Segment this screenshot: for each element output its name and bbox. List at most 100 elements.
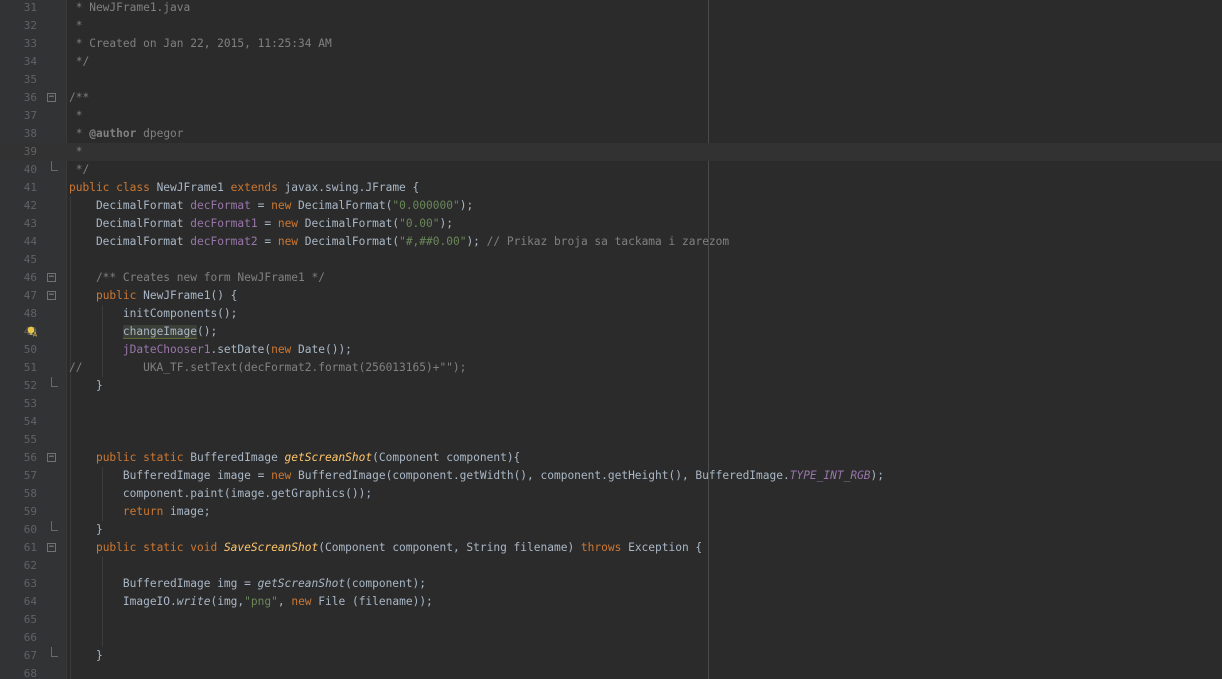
code-line[interactable]: 58 component.paint(image.getGraphics()); (0, 485, 1222, 503)
code-token: @author (89, 127, 137, 140)
code-text[interactable]: */ (69, 161, 89, 179)
code-token: "png" (244, 595, 278, 608)
code-line[interactable]: 60 } (0, 521, 1222, 539)
code-text[interactable]: } (69, 377, 103, 395)
fold-collapse-icon[interactable]: − (47, 543, 56, 552)
fold-end-icon[interactable] (51, 377, 58, 387)
fold-collapse-icon[interactable]: − (47, 291, 56, 300)
code-text[interactable]: DecimalFormat decFormat = new DecimalFor… (69, 197, 473, 215)
code-line[interactable]: 56 − public static BufferedImage getScrea… (0, 449, 1222, 467)
code-line[interactable]: 43 DecimalFormat decFormat1 = new Decima… (0, 215, 1222, 233)
code-line[interactable]: 41 public class NewJFrame1 extends javax.… (0, 179, 1222, 197)
code-text[interactable]: BufferedImage img = getScreanShot(compon… (69, 575, 426, 593)
code-line[interactable]: 48 initComponents(); (0, 305, 1222, 323)
code-text[interactable]: changeImage(); (69, 323, 217, 341)
code-line[interactable]: 53 (0, 395, 1222, 413)
code-line[interactable]: 61 − public static void SaveScreanShot(Co… (0, 539, 1222, 557)
line-number: 67 (23, 649, 37, 662)
code-line[interactable]: 59 return image; (0, 503, 1222, 521)
fold-collapse-icon[interactable]: − (47, 93, 56, 102)
code-text[interactable]: // UKA_TF.setText(decFormat2.format(2560… (69, 359, 466, 377)
line-number: 52 (23, 379, 37, 392)
code-text[interactable]: * (69, 107, 83, 125)
code-line[interactable]: 63 BufferedImage img = getScreanShot(com… (0, 575, 1222, 593)
fold-end-icon[interactable] (51, 647, 58, 657)
code-token: } (69, 523, 103, 536)
line-number: 35 (23, 73, 37, 86)
code-line[interactable]: 32 * (0, 17, 1222, 35)
code-line[interactable]: 50 jDateChooser1.setDate(new Date()); (0, 341, 1222, 359)
code-text[interactable]: */ (69, 53, 89, 71)
code-text[interactable]: component.paint(image.getGraphics()); (69, 485, 372, 503)
code-text[interactable]: return image; (69, 503, 211, 521)
code-line[interactable]: 54 (0, 413, 1222, 431)
code-editor[interactable]: 31 * NewJFrame1.java 32 * 33 * Created on … (0, 0, 1222, 679)
line-number: 48 (23, 307, 37, 320)
code-line[interactable]: 52 } (0, 377, 1222, 395)
code-token: * (69, 145, 83, 158)
code-text[interactable]: } (69, 521, 103, 539)
indent-guide (70, 251, 71, 269)
code-token: TYPE_INT_RGB (789, 469, 871, 482)
intention-bulb-icon[interactable]: A (27, 326, 37, 337)
line-number: 37 (23, 109, 37, 122)
code-text[interactable]: } (69, 647, 103, 665)
code-token: decFormat1 (190, 217, 258, 230)
code-line[interactable]: 42 DecimalFormat decFormat = new Decimal… (0, 197, 1222, 215)
code-line[interactable]: 57 BufferedImage image = new BufferedIma… (0, 467, 1222, 485)
code-token: , (277, 595, 292, 608)
code-line[interactable]: 40 */ (0, 161, 1222, 179)
code-text[interactable]: public class NewJFrame1 extends javax.sw… (69, 179, 419, 197)
line-number: 42 (23, 199, 37, 212)
code-line[interactable]: 65 (0, 611, 1222, 629)
code-text[interactable]: public NewJFrame1() { (69, 287, 237, 305)
code-text[interactable]: /** (69, 89, 89, 107)
code-text[interactable]: public static void SaveScreanShot(Compon… (69, 539, 702, 557)
code-area[interactable]: 31 * NewJFrame1.java 32 * 33 * Created on … (0, 0, 1222, 679)
fold-collapse-icon[interactable]: − (47, 273, 56, 282)
code-line[interactable]: 64 ImageIO.write(img,"png", new File (fi… (0, 593, 1222, 611)
code-line[interactable]: 37 * (0, 107, 1222, 125)
code-line[interactable]: 62 (0, 557, 1222, 575)
fold-end-icon[interactable] (51, 521, 58, 531)
code-text[interactable]: public static BufferedImage getScreanSho… (69, 449, 520, 467)
code-line[interactable]: 36 − /** (0, 89, 1222, 107)
code-token: Date()); (298, 343, 352, 356)
code-line[interactable]: 35 (0, 71, 1222, 89)
code-line[interactable]: 38 * @author dpegor (0, 125, 1222, 143)
code-line[interactable]: 66 (0, 629, 1222, 647)
code-text[interactable]: * NewJFrame1.java (69, 0, 191, 17)
code-text[interactable]: BufferedImage image = new BufferedImage(… (69, 467, 884, 485)
code-line[interactable]: 46 − /** Creates new form NewJFrame1 */ (0, 269, 1222, 287)
code-line[interactable]: 39 * (0, 143, 1222, 161)
code-token: DecimalFormat (69, 235, 191, 248)
code-token: decFormat2 (190, 235, 258, 248)
code-text[interactable]: initComponents(); (69, 305, 238, 323)
code-text[interactable]: * Created on Jan 22, 2015, 11:25:34 AM (69, 35, 332, 53)
code-line[interactable]: 51 // UKA_TF.setText(decFormat2.format(25… (0, 359, 1222, 377)
code-text[interactable]: DecimalFormat decFormat1 = new DecimalFo… (69, 215, 453, 233)
code-text[interactable]: * @author dpegor (69, 125, 184, 143)
code-text[interactable]: * (69, 143, 83, 161)
fold-end-icon[interactable] (51, 161, 58, 171)
code-text[interactable]: jDateChooser1.setDate(new Date()); (69, 341, 352, 359)
code-text[interactable]: ImageIO.write(img,"png", new File (filen… (69, 593, 433, 611)
fold-collapse-icon[interactable]: − (47, 453, 56, 462)
code-line[interactable]: 31 * NewJFrame1.java (0, 0, 1222, 17)
code-line[interactable]: 67 } (0, 647, 1222, 665)
code-line[interactable]: 47 − public NewJFrame1() { (0, 287, 1222, 305)
code-line[interactable]: 49A changeImage(); (0, 323, 1222, 341)
line-number: 65 (23, 613, 37, 626)
code-line[interactable]: 44 DecimalFormat decFormat2 = new Decima… (0, 233, 1222, 251)
code-line[interactable]: 68 (0, 665, 1222, 679)
code-line[interactable]: 34 */ (0, 53, 1222, 71)
line-number: 59 (23, 505, 37, 518)
code-line[interactable]: 33 * Created on Jan 22, 2015, 11:25:34 A… (0, 35, 1222, 53)
code-token: DecimalFormat (69, 199, 191, 212)
code-line[interactable]: 45 (0, 251, 1222, 269)
code-text[interactable]: DecimalFormat decFormat2 = new DecimalFo… (69, 233, 729, 251)
code-text[interactable]: /** Creates new form NewJFrame1 */ (69, 269, 325, 287)
code-text[interactable]: * (69, 17, 83, 35)
code-line[interactable]: 55 (0, 431, 1222, 449)
